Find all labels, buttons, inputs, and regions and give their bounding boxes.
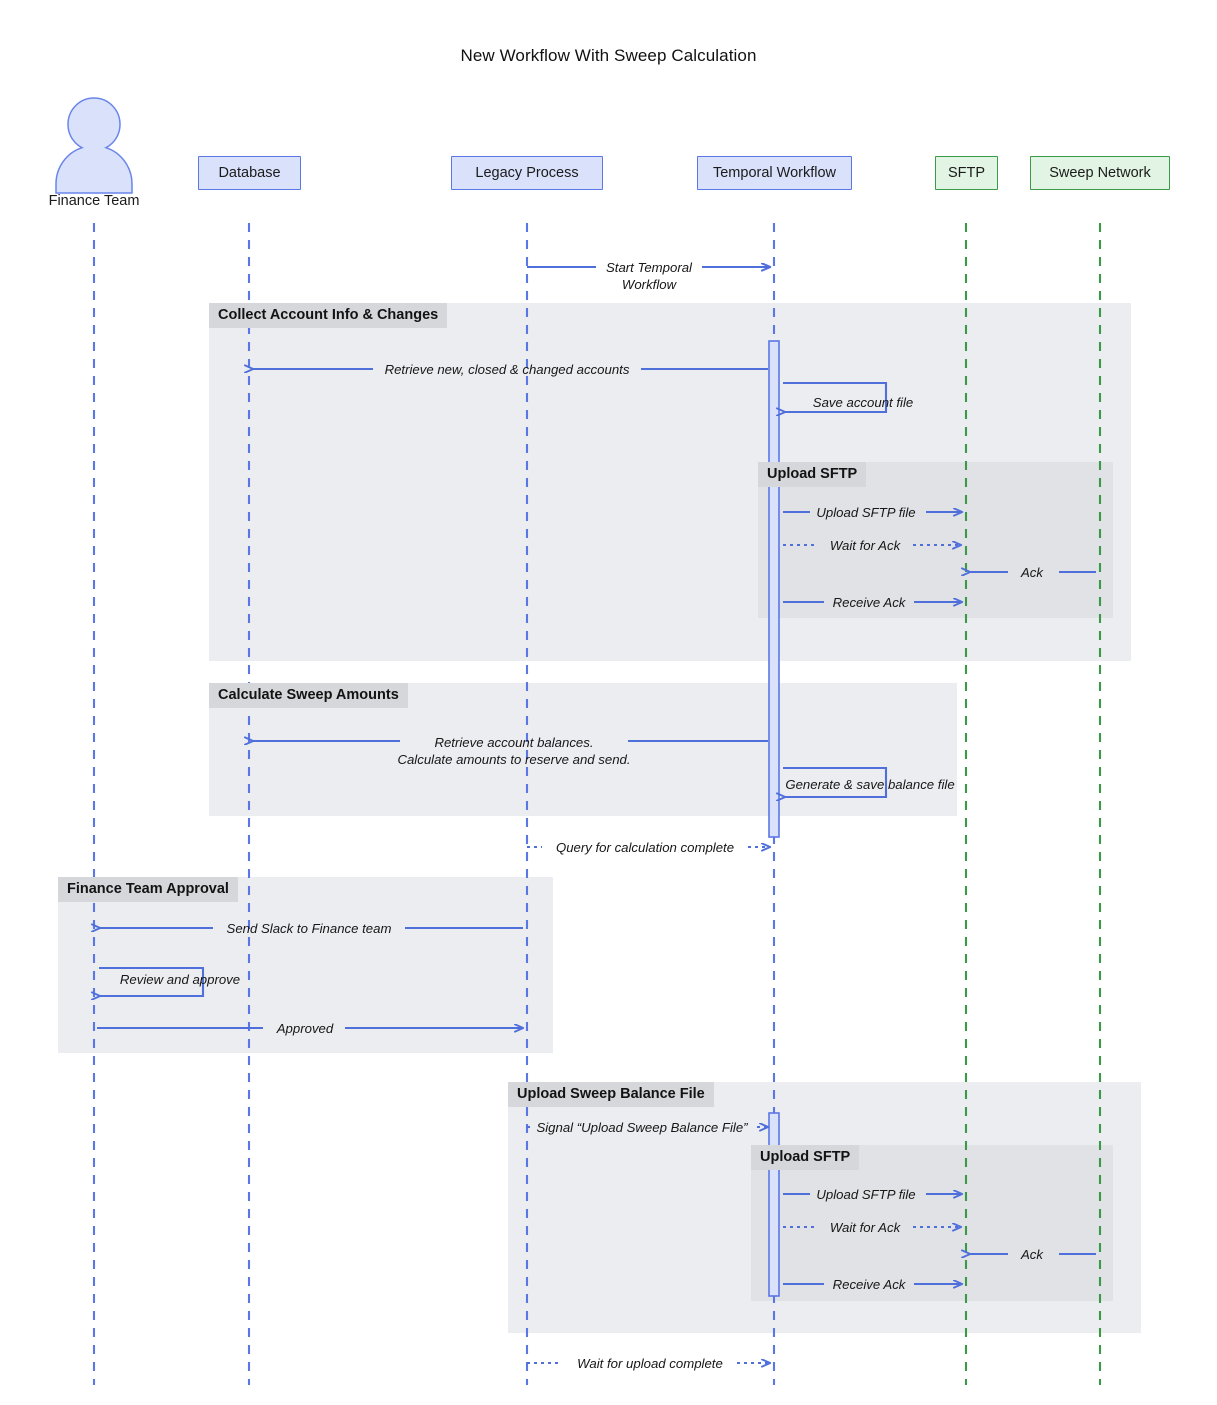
message-label-m7: Receive Ack [832, 595, 906, 610]
sequence-diagram-canvas: New Workflow With Sweep Calculation Fina… [0, 0, 1217, 1405]
message-label-m16: Wait for Ack [829, 1220, 901, 1235]
message-label-m9: Generate & save balance file [785, 777, 955, 792]
message-label-m19: Wait for upload complete [577, 1356, 723, 1371]
messages [97, 267, 1096, 1363]
message-label-m15: Upload SFTP file [816, 1187, 916, 1202]
message-label-m3: Save account file [812, 395, 914, 410]
diagram-lines-layer [0, 223, 1102, 1385]
message-label-m2: Retrieve new, closed & changed accounts [384, 362, 630, 377]
message-label-m12: Review and approve [119, 972, 241, 987]
activation-bar-temporal-1 [768, 340, 780, 838]
fragment-label-collect-account-info: Collect Account Info & Changes [209, 303, 448, 328]
message-label-m13: Approved [276, 1021, 334, 1036]
lifelines [92, 223, 1102, 1385]
message-label-m5: Wait for Ack [829, 538, 901, 553]
activation-bar-temporal-2 [768, 1112, 780, 1297]
fragment-label-upload-sftp-1: Upload SFTP [758, 462, 867, 487]
fragment-label-upload-sftp-2: Upload SFTP [751, 1145, 860, 1170]
fragment-label-finance-team-approval: Finance Team Approval [58, 877, 238, 902]
message-label-m17: Ack [1021, 1247, 1043, 1262]
message-label-m14: Signal “Upload Sweep Balance File” [536, 1120, 748, 1135]
fragment-label-upload-sweep-balance-file: Upload Sweep Balance File [508, 1082, 714, 1107]
message-label-m11: Send Slack to Finance team [226, 921, 392, 936]
message-label-m4: Upload SFTP file [816, 505, 916, 520]
message-label-m18: Receive Ack [832, 1277, 906, 1292]
message-label-m6: Ack [1021, 565, 1043, 580]
fragment-label-calculate-sweep-amounts: Calculate Sweep Amounts [209, 683, 408, 708]
message-label-m1: Start Temporal Workflow [605, 260, 692, 293]
message-label-m8: Retrieve account balances. Calculate amo… [397, 735, 631, 768]
message-label-m10: Query for calculation complete [555, 840, 735, 855]
